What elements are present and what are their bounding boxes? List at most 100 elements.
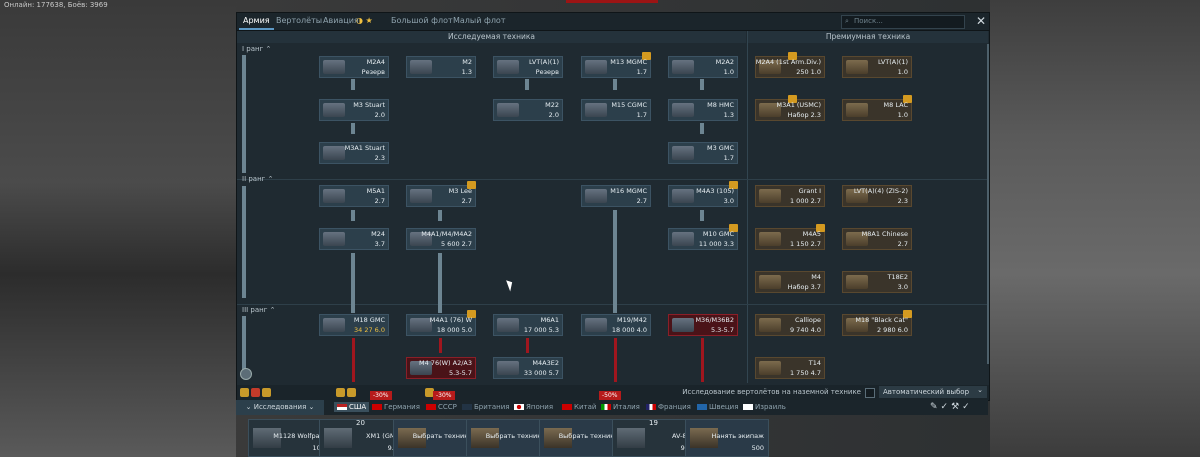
premium-vehicle-card[interactable]: Calliope 9 740 4.0 (755, 314, 825, 336)
tab-small-fleet[interactable]: Малый флот (453, 16, 505, 25)
tree-arrow (351, 79, 355, 90)
premium-vehicle-card[interactable]: LVT(A)(1) 1.0 (842, 56, 912, 78)
tank-thumbnail (585, 189, 607, 203)
vehicle-card[interactable]: M15 CGMC 1.7 (581, 99, 651, 121)
tank-thumbnail (410, 318, 432, 332)
tank-thumbnail (323, 60, 345, 74)
vehicle-card[interactable]: M4A3E2 33 000 5.7 (493, 357, 563, 379)
tab-aviation[interactable]: Авиация (323, 16, 359, 25)
crew-slot-empty[interactable]: Выбрать технику (466, 419, 550, 457)
tank-thumbnail (672, 189, 694, 203)
nation-tab-ussr[interactable]: СССР (426, 403, 457, 411)
squad-icon (251, 388, 260, 397)
locked-branch-line (614, 338, 617, 382)
vehicle-card[interactable]: M18 GMC 34 27 6.0 (319, 314, 389, 336)
tree-arrow (700, 79, 704, 90)
close-button[interactable]: ✕ (973, 13, 989, 30)
crew-slot[interactable]: 20XM1 (GM)9.3 (319, 419, 403, 457)
nation-tab-sweden[interactable]: Швеция (697, 403, 738, 411)
japan-flag-icon (514, 404, 524, 410)
auto-select-dropdown[interactable]: Автоматический выбор (879, 384, 987, 398)
tree-arrow (351, 210, 355, 221)
vehicle-card[interactable]: M4A1/M4/M4A2 5 600 2.7 (406, 228, 476, 250)
premium-vehicle-card[interactable]: M8A1 Chinese 2.7 (842, 228, 912, 250)
vehicle-thumbnail (617, 428, 645, 448)
tank-thumbnail (672, 318, 694, 332)
premium-vehicle-card[interactable]: Grant I1 000 2.7 (755, 185, 825, 207)
premium-vehicle-card[interactable]: M4 Набор 3.7 (755, 271, 825, 293)
nation-tab-usa[interactable]: США (334, 402, 370, 412)
search-placeholder: Поиск... (854, 17, 883, 25)
vehicle-card[interactable]: M3 GMC 1.7 (668, 142, 738, 164)
heli-research-checkbox[interactable] (865, 388, 875, 398)
tree-arrow (700, 123, 704, 134)
vehicle-card[interactable]: M3 Lee 2.7 (406, 181, 476, 207)
scrollbar[interactable] (987, 44, 989, 364)
premium-vehicle-card[interactable]: T14 1 750 4.7 (755, 357, 825, 379)
tank-thumbnail (672, 232, 694, 246)
locked-branch-line (439, 338, 442, 353)
premium-vehicle-card[interactable]: M18 "Black Cat" 2 980 6.0 (842, 310, 912, 336)
rank-3-label: III ранг ⌃ (242, 306, 276, 314)
premium-vehicle-card[interactable]: M2A4 (1st Arm.Div.) 250 1.0 (755, 52, 825, 78)
vehicle-card[interactable]: M8 HMC 1.3 (668, 99, 738, 121)
nation-tab-germany[interactable]: Германия (372, 403, 420, 411)
vehicle-card[interactable]: M2A4 Резерв (319, 56, 389, 78)
nation-tab-italy[interactable]: Италия (601, 403, 640, 411)
tab-big-fleet[interactable]: Большой флот (391, 16, 453, 25)
vehicle-card[interactable]: M19/M42 18 000 4.0 (581, 314, 651, 336)
vehicle-card[interactable]: M6A1 17 000 5.3 (493, 314, 563, 336)
squad-icon (347, 388, 356, 397)
vehicle-card-locked[interactable]: M36/M36B2 5.3-5.7 (668, 314, 738, 336)
vehicle-card[interactable]: M2 1.3 (406, 56, 476, 78)
vehicle-card[interactable]: M22 2.0 (493, 99, 563, 121)
rank-progress-track (242, 55, 246, 173)
info-circle-icon[interactable] (240, 368, 252, 380)
tank-thumbnail (323, 103, 345, 117)
tank-thumbnail (759, 318, 781, 332)
nation-tab-china[interactable]: Китай (562, 403, 596, 411)
locked-branch-line (526, 338, 529, 353)
vehicle-card[interactable]: M16 MGMC 2.7 (581, 185, 651, 207)
premium-vehicle-card[interactable]: M8 LAC 1.0 (842, 95, 912, 121)
tab-helicopters[interactable]: Вертолёты (276, 16, 322, 25)
vehicle-card[interactable]: M24 3.7 (319, 228, 389, 250)
crew-slot-empty[interactable]: Выбрать технику (393, 419, 477, 457)
research-button[interactable]: ⌄ Исследования ⌄ (236, 400, 324, 415)
vehicle-card[interactable]: M5A1 2.7 (319, 185, 389, 207)
ussr-flag-icon (426, 404, 436, 410)
crew-slot-empty[interactable]: Выбрать технику (539, 419, 623, 457)
hire-crew-slot[interactable]: Нанять экипаж 500 (685, 419, 769, 457)
vehicle-card[interactable]: M4A1 (76) W 18 000 5.0 (406, 310, 476, 336)
tank-thumbnail (410, 60, 432, 74)
tank-thumbnail (497, 318, 519, 332)
search-input[interactable]: ⌕ Поиск... (841, 15, 965, 29)
tank-thumbnail (846, 60, 868, 74)
vehicle-card[interactable]: M4A3 (105) 3.0 (668, 181, 738, 207)
crew-slot[interactable]: 19AV-8A9.7 (612, 419, 696, 457)
nation-tab-france[interactable]: Франция (646, 403, 691, 411)
tree-arrow (613, 210, 617, 313)
premium-vehicle-card[interactable]: LVT(A)(4) (ZIS-2) 2.3 (842, 185, 912, 207)
squad-icon (262, 388, 271, 397)
vehicle-card[interactable]: M10 GMC 11 000 3.3 (668, 224, 738, 250)
premium-vehicle-card[interactable]: M3A1 (USMC) Набор 2.3 (755, 95, 825, 121)
tank-thumbnail (497, 60, 519, 74)
toolbar-icons[interactable]: ✎✓⚒✓ (930, 402, 973, 412)
italy-flag-icon (601, 404, 611, 410)
nation-tab-israel[interactable]: Израиль (743, 403, 786, 411)
nation-tab-britain[interactable]: Британия (462, 403, 510, 411)
vehicle-card[interactable]: M3A1 Stuart 2.3 (319, 142, 389, 164)
sale-badge: -30% (370, 391, 392, 400)
premium-vehicle-card[interactable]: M4A5 1 150 2.7 (755, 224, 825, 250)
tab-army[interactable]: Армия (239, 16, 274, 30)
nation-tab-japan[interactable]: Япония (514, 403, 553, 411)
tree-arrow (525, 79, 529, 90)
vehicle-card[interactable]: M13 MGMC 1.7 (581, 52, 651, 78)
premium-vehicle-card[interactable]: T18E2 3.0 (842, 271, 912, 293)
vehicle-card[interactable]: LVT(A)(1) Резерв (493, 56, 563, 78)
vehicle-card[interactable]: M3 Stuart 2.0 (319, 99, 389, 121)
vehicle-card-locked[interactable]: M4 76(W) A2/A3 5.3-5.7 (406, 357, 476, 379)
researchable-header: Исследуемая техника (237, 31, 746, 43)
vehicle-card[interactable]: M2A2 1.0 (668, 56, 738, 78)
